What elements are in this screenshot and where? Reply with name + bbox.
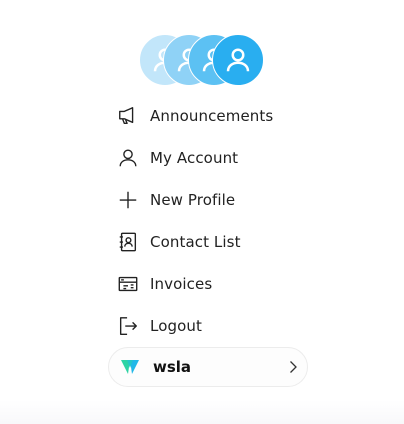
avatar[interactable]	[212, 34, 264, 86]
user-icon	[226, 48, 250, 72]
bottom-fade	[0, 400, 404, 424]
menu-item-label: New Profile	[150, 191, 236, 209]
organization-switcher[interactable]: wsla	[108, 347, 308, 387]
menu-item-label: Announcements	[150, 107, 274, 125]
organization-name: wsla	[153, 358, 192, 376]
megaphone-icon	[117, 105, 139, 127]
menu-item-announcements[interactable]: Announcements	[108, 95, 308, 137]
contact-book-icon	[117, 231, 139, 253]
organization-logo	[121, 360, 139, 374]
invoice-icon	[117, 273, 139, 295]
menu-item-label: My Account	[150, 149, 239, 167]
menu-item-label: Logout	[150, 317, 202, 335]
menu-item-new-profile[interactable]: New Profile	[108, 179, 308, 221]
menu-item-invoices[interactable]: Invoices	[108, 263, 308, 305]
account-menu: Announcements My Account New Profile Con…	[108, 95, 308, 347]
menu-item-my-account[interactable]: My Account	[108, 137, 308, 179]
user-icon	[117, 147, 139, 169]
menu-item-logout[interactable]: Logout	[108, 305, 308, 347]
logout-icon	[117, 315, 139, 337]
menu-item-contact-list[interactable]: Contact List	[108, 221, 308, 263]
avatar-stack	[139, 34, 269, 88]
menu-item-label: Contact List	[150, 233, 241, 251]
chevron-right-icon	[290, 361, 297, 373]
menu-item-label: Invoices	[150, 275, 213, 293]
plus-icon	[117, 189, 139, 211]
